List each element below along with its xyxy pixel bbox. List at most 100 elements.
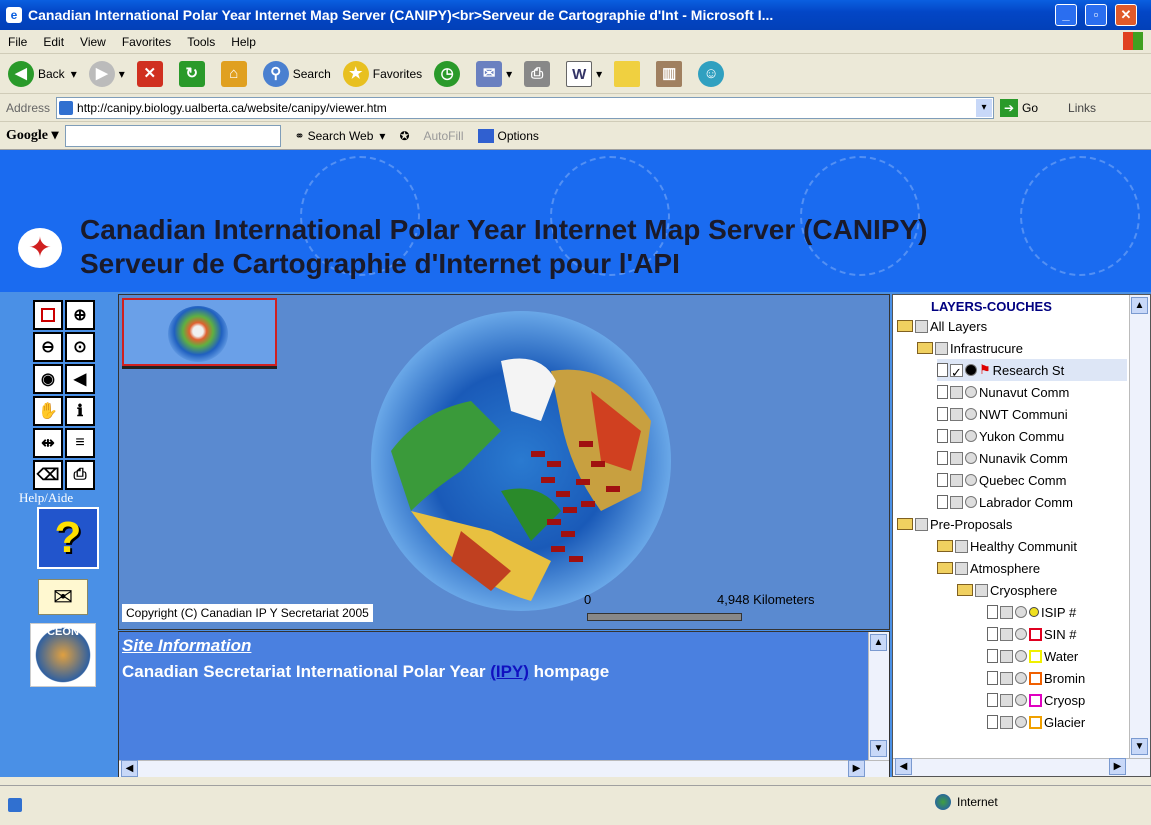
menu-file[interactable]: File (0, 35, 35, 49)
search-button[interactable]: ⚲ Search (262, 60, 331, 87)
zoom-out-button[interactable]: ⊖ (33, 332, 63, 362)
ipy-link[interactable]: (IPY) (490, 662, 529, 681)
active-layer-radio[interactable] (965, 452, 977, 464)
layers-scroll-up[interactable]: ▲ (1131, 297, 1148, 314)
overview-map[interactable] (122, 298, 277, 366)
measure-button[interactable]: ⇹ (33, 428, 63, 458)
query-button[interactable]: ≡ (65, 428, 95, 458)
active-layer-radio[interactable] (965, 474, 977, 486)
pan-button[interactable]: ✋ (33, 396, 63, 426)
active-layer-radio[interactable] (965, 496, 977, 508)
map-view[interactable]: Copyright (C) Canadian IP Y Secretariat … (118, 294, 890, 630)
layer-row[interactable]: Cryosp (987, 689, 1085, 711)
layer-row[interactable]: Cryosphere (957, 579, 1057, 601)
layer-checkbox[interactable] (950, 473, 963, 487)
close-button[interactable]: ✕ (1115, 4, 1137, 26)
go-button[interactable]: ➔ Go (1000, 98, 1038, 117)
layer-row[interactable]: ISIP # (987, 601, 1076, 623)
layer-row[interactable]: Quebec Comm (937, 469, 1066, 491)
menu-view[interactable]: View (72, 35, 114, 49)
layer-checkbox[interactable] (1000, 671, 1013, 685)
layer-row[interactable]: Yukon Commu (937, 425, 1064, 447)
layer-row-selected[interactable]: ✓ ⚑ Research St (937, 359, 1127, 381)
layer-row[interactable]: All Layers (897, 315, 987, 337)
active-layer-radio[interactable] (1015, 606, 1027, 618)
options-button[interactable]: Options (477, 128, 539, 143)
active-layer-radio[interactable] (1015, 694, 1027, 706)
edit-button[interactable]: W ▾ (566, 60, 602, 87)
forward-button[interactable]: ▶ ▾ (88, 60, 125, 87)
layer-checkbox[interactable] (975, 583, 988, 597)
maximize-button[interactable]: ▫ (1085, 4, 1107, 26)
minimize-button[interactable]: _ (1055, 4, 1077, 26)
autofill-button[interactable]: AutoFill (424, 129, 464, 143)
discuss-button[interactable] (614, 60, 644, 87)
layers-scroll-left[interactable]: ◀ (895, 758, 912, 775)
active-layer-radio[interactable] (965, 364, 977, 376)
layer-row[interactable]: Nunavut Comm (937, 381, 1069, 403)
layer-checkbox[interactable]: ✓ (950, 363, 963, 380)
layer-checkbox[interactable] (955, 539, 968, 553)
layer-checkbox[interactable] (950, 495, 963, 509)
layer-checkbox[interactable] (950, 451, 963, 465)
home-button[interactable]: ⌂ (220, 60, 251, 87)
menu-help[interactable]: Help (223, 35, 264, 49)
research-button[interactable]: ▥ (656, 60, 686, 87)
layer-checkbox[interactable] (915, 517, 928, 531)
zoom-full-button[interactable]: ⊙ (65, 332, 95, 362)
menu-favorites[interactable]: Favorites (114, 35, 179, 49)
layer-row[interactable]: Healthy Communit (937, 535, 1077, 557)
links-button[interactable]: Links (1068, 101, 1096, 115)
menu-edit[interactable]: Edit (35, 35, 72, 49)
back-extent-button[interactable]: ◀ (65, 364, 95, 394)
help-button[interactable]: ? (37, 507, 99, 569)
menu-tools[interactable]: Tools (179, 35, 223, 49)
address-dropdown-icon[interactable]: ▾ (976, 98, 993, 117)
clear-button[interactable]: ⌫ (33, 460, 63, 490)
layer-row[interactable]: Pre-Proposals (897, 513, 1012, 535)
messenger-button[interactable]: ☺ (698, 60, 728, 87)
layer-row[interactable]: NWT Communi (937, 403, 1068, 425)
active-layer-radio[interactable] (965, 386, 977, 398)
print-map-button[interactable]: ⎙ (65, 460, 95, 490)
active-layer-radio[interactable] (1015, 672, 1027, 684)
layer-checkbox[interactable] (1000, 693, 1013, 707)
layer-row[interactable]: Water (987, 645, 1078, 667)
layer-checkbox[interactable] (955, 561, 968, 575)
layer-checkbox[interactable] (915, 319, 928, 333)
refresh-button[interactable]: ↻ (178, 60, 209, 87)
print-button[interactable]: ⎙ (524, 60, 554, 87)
active-layer-radio[interactable] (1015, 716, 1027, 728)
layer-row[interactable]: SIN # (987, 623, 1077, 645)
layer-checkbox[interactable] (1000, 649, 1013, 663)
url-input[interactable]: http://canipy.biology.ualberta.ca/websit… (56, 96, 995, 119)
google-search-input[interactable] (64, 124, 281, 147)
layer-row[interactable]: Bromin (987, 667, 1085, 689)
stop-button[interactable]: ✕ (136, 60, 167, 87)
layer-row[interactable]: Infrastrucure (917, 337, 1023, 359)
layer-checkbox[interactable] (950, 407, 963, 421)
search-web-button[interactable]: ⚭ Search Web ▾ (295, 129, 386, 143)
layer-row[interactable]: Nunavik Comm (937, 447, 1068, 469)
layer-row[interactable]: Labrador Comm (937, 491, 1073, 513)
toggle-overview-button[interactable] (33, 300, 63, 330)
layer-checkbox[interactable] (1000, 715, 1013, 729)
identify-button[interactable]: ℹ (65, 396, 95, 426)
mail-button[interactable]: ✉ ▾ (476, 60, 512, 87)
active-layer-radio[interactable] (965, 430, 977, 442)
zoom-in-button[interactable]: ⊕ (65, 300, 95, 330)
layer-row[interactable]: Atmosphere (937, 557, 1040, 579)
email-button[interactable]: ✉ (38, 579, 88, 615)
layer-checkbox[interactable] (950, 429, 963, 443)
layers-scroll-right[interactable]: ▶ (1109, 758, 1126, 775)
info-scroll-right[interactable]: ▶ (848, 760, 865, 777)
active-layer-radio[interactable] (1015, 650, 1027, 662)
layer-checkbox[interactable] (935, 341, 948, 355)
layer-checkbox[interactable] (950, 385, 963, 399)
info-hscroll[interactable] (119, 760, 889, 777)
back-button[interactable]: ◀ Back ▾ (8, 60, 77, 87)
history-button[interactable]: ◷ (434, 60, 464, 87)
info-scroll-up[interactable]: ▲ (870, 634, 887, 651)
zoom-active-button[interactable]: ◉ (33, 364, 63, 394)
active-layer-radio[interactable] (1015, 628, 1027, 640)
